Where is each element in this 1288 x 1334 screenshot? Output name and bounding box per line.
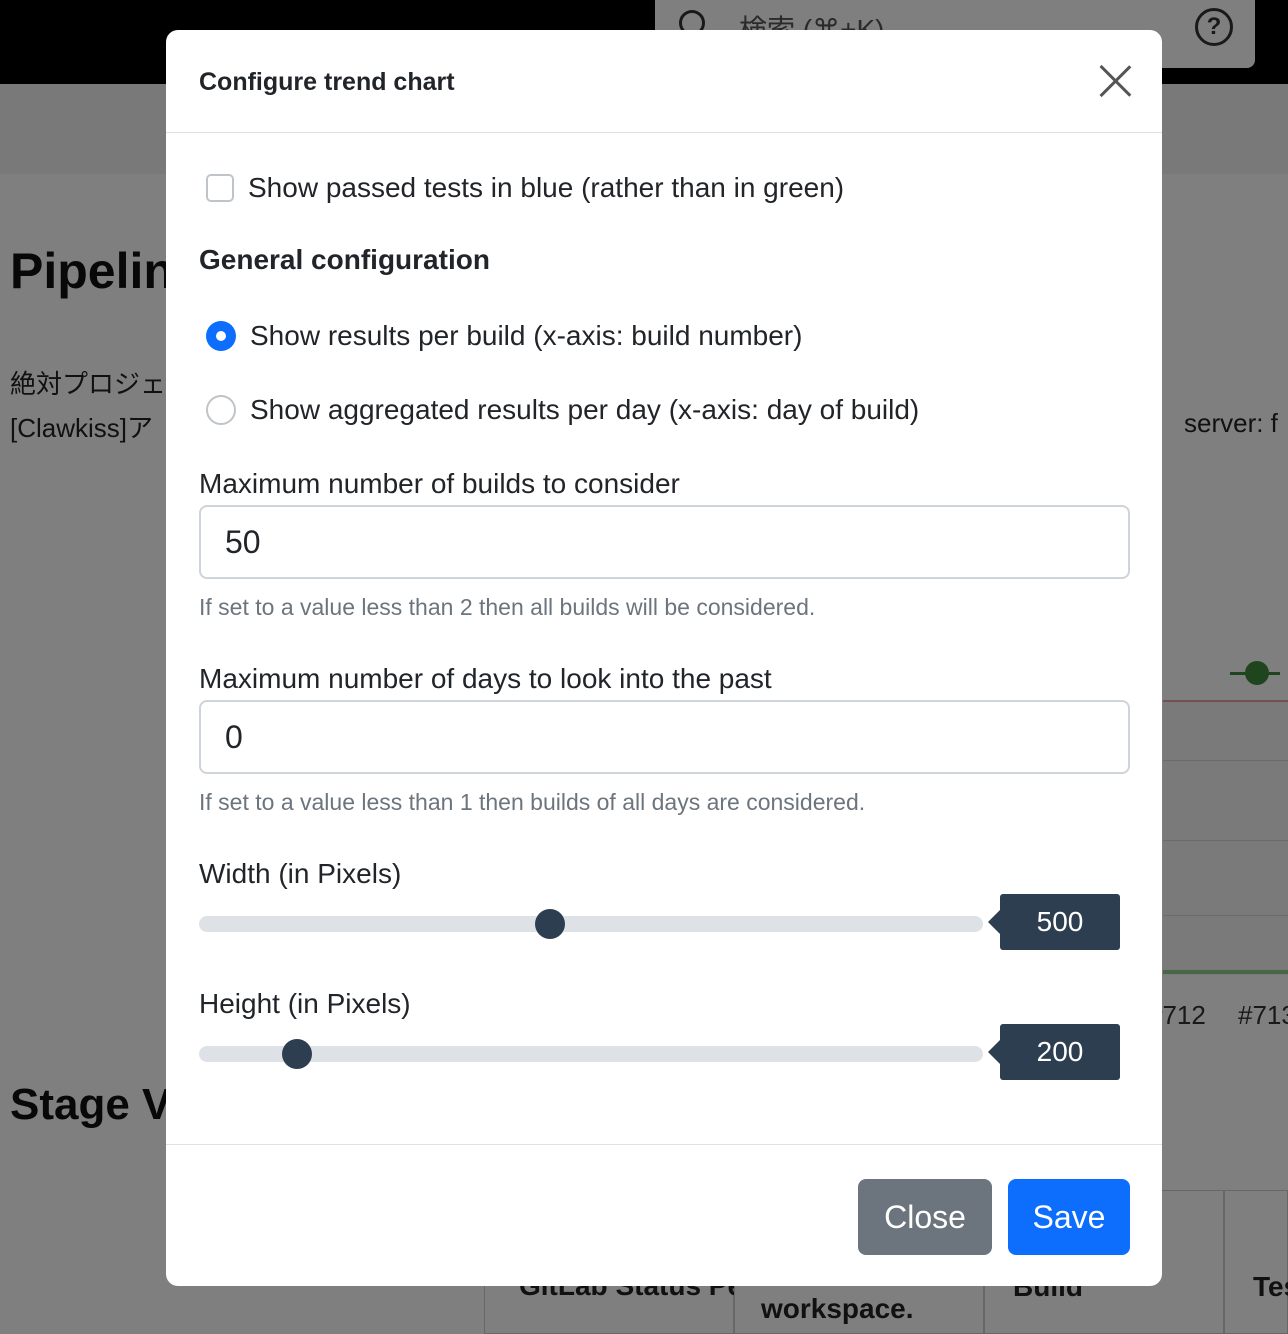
configure-trend-chart-dialog: Configure trend chart Show passed tests … (166, 30, 1162, 1286)
modal-title: Configure trend chart (199, 68, 455, 96)
radio-per-build-label[interactable]: Show results per build (x-axis: build nu… (250, 320, 802, 352)
width-value-tooltip: 500 (988, 894, 1120, 950)
width-label: Width (in Pixels) (199, 858, 402, 889)
passed-blue-label[interactable]: Show passed tests in blue (rather than i… (248, 172, 844, 204)
radio-option-per-build[interactable]: Show results per build (x-axis: build nu… (206, 320, 802, 352)
width-slider-track[interactable] (199, 916, 983, 932)
radio-per-build[interactable] (206, 321, 236, 351)
height-slider-thumb[interactable] (282, 1039, 312, 1069)
general-config-heading: General configuration (199, 244, 490, 275)
height-slider-track[interactable] (199, 1046, 983, 1062)
radio-option-per-day[interactable]: Show aggregated results per day (x-axis:… (206, 394, 919, 426)
width-slider-thumb[interactable] (535, 909, 566, 939)
max-builds-label: Maximum number of builds to consider (199, 468, 680, 499)
modal-footer: Close Save (166, 1144, 1162, 1286)
max-builds-help: If set to a value less than 2 then all b… (199, 594, 816, 620)
close-icon[interactable] (1098, 64, 1132, 98)
max-builds-input[interactable] (199, 505, 1130, 579)
max-days-input[interactable] (199, 700, 1130, 774)
max-days-label: Maximum number of days to look into the … (199, 663, 772, 694)
radio-per-day-label[interactable]: Show aggregated results per day (x-axis:… (250, 394, 919, 426)
height-value-tooltip: 200 (988, 1024, 1120, 1080)
max-days-help: If set to a value less than 1 then build… (199, 789, 866, 815)
passed-blue-option[interactable]: Show passed tests in blue (rather than i… (206, 172, 844, 204)
radio-per-day[interactable] (206, 395, 236, 425)
passed-blue-checkbox[interactable] (206, 174, 234, 202)
close-button[interactable]: Close (858, 1179, 992, 1255)
modal-header: Configure trend chart (166, 30, 1162, 133)
save-button[interactable]: Save (1008, 1179, 1130, 1255)
height-label: Height (in Pixels) (199, 988, 411, 1019)
